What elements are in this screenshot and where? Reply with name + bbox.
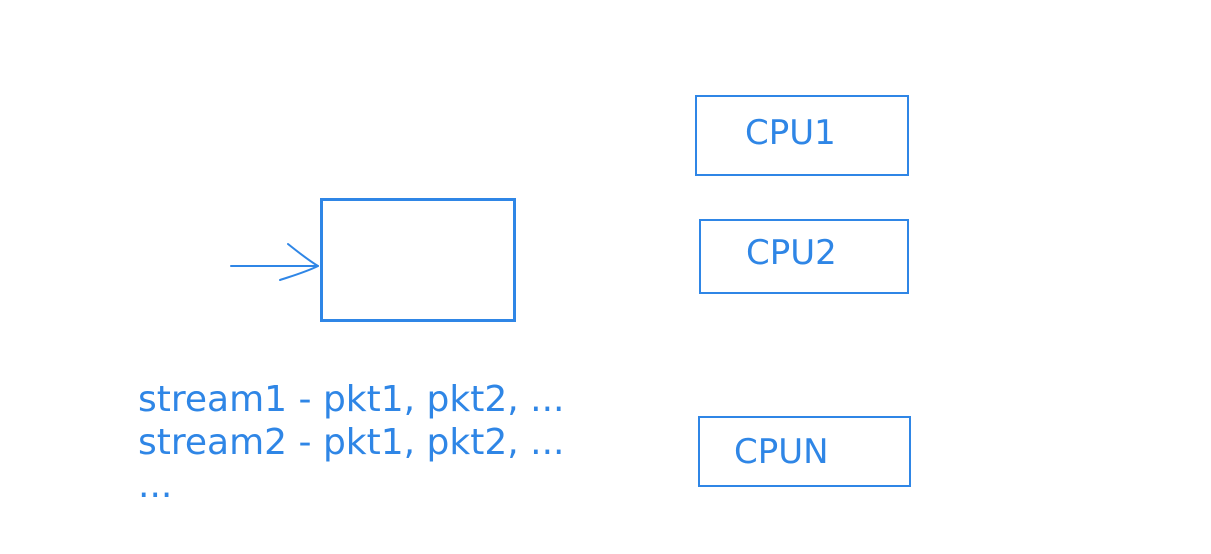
stream-line-2: stream2 - pkt1, pkt2, ...	[138, 422, 565, 463]
cpu-label-1: CPU1	[745, 113, 836, 153]
stream-line-1: stream1 - pkt1, pkt2, ...	[138, 379, 565, 420]
queue-box	[320, 198, 516, 322]
diagram-canvas: CPU1 CPU2 CPUN stream1 - pkt1, pkt2, ...…	[0, 0, 1211, 554]
cpu-label-n: CPUN	[734, 432, 829, 472]
cpu-label-2: CPU2	[746, 233, 837, 273]
arrow-right-icon	[230, 243, 319, 281]
stream-line-ellipsis: ...	[138, 465, 173, 506]
